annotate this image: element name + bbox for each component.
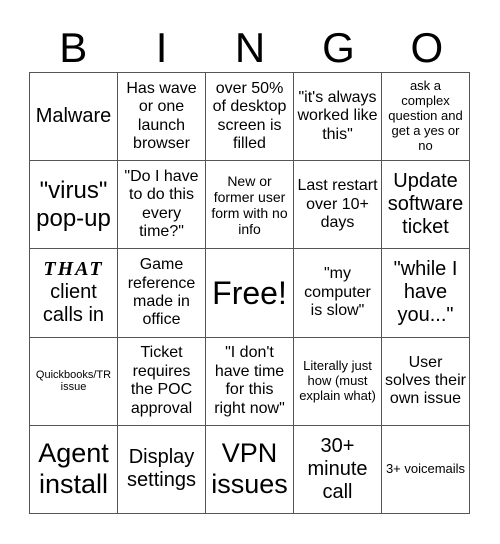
bingo-cell[interactable]: "it's always worked like this" — [294, 73, 382, 162]
bingo-grid: Malware Has wave or one launch browser o… — [29, 72, 470, 514]
bingo-cell[interactable]: VPN issues — [206, 425, 294, 514]
cell-text: 3+ voicemails — [385, 460, 466, 476]
cell-text: Literally just how (must explain what) — [299, 357, 376, 403]
cell-text: THAT client calls in — [33, 258, 114, 327]
cell-text: Update software ticket — [387, 170, 464, 239]
bingo-cell[interactable]: "my computer is slow" — [294, 249, 382, 338]
bingo-cell[interactable]: Literally just how (must explain what) — [294, 337, 382, 426]
cell-text: User solves their own issue — [385, 353, 466, 408]
header-letter-i: I — [155, 24, 168, 71]
cell-text: "my computer is slow" — [304, 265, 371, 320]
bingo-cell[interactable]: 3+ voicemails — [382, 425, 470, 514]
free-space-cell[interactable]: Free! — [206, 249, 294, 338]
cell-emphasis: THAT — [43, 258, 104, 281]
bingo-cell[interactable]: Game reference made in office — [118, 249, 206, 338]
cell-text: VPN issues — [211, 438, 288, 500]
bingo-cell[interactable]: Quickbooks/TR issue — [30, 337, 118, 426]
cell-text: Game reference made in office — [127, 256, 196, 329]
bingo-cell[interactable]: over 50% of desktop screen is filled — [206, 73, 294, 162]
cell-text: Ticket requires the POC approval — [130, 344, 193, 417]
bingo-cell[interactable]: Has wave or one launch browser — [118, 73, 206, 162]
header-letter-o: O — [410, 24, 444, 71]
cell-text: "I don't have time for this right now" — [214, 344, 285, 417]
cell-text: "virus" pop-up — [36, 177, 111, 232]
bingo-cell[interactable]: THAT client calls in — [30, 249, 118, 338]
bingo-cell[interactable]: Ticket requires the POC approval — [118, 337, 206, 426]
header-letter-g: G — [322, 24, 355, 71]
cell-text: "it's always worked like this" — [297, 89, 378, 143]
cell-text: Has wave or one launch browser — [126, 79, 197, 152]
header-letter-b: B — [59, 24, 88, 71]
cell-text: ask a complex question and get a yes or … — [388, 78, 463, 153]
bingo-cell[interactable]: "while I have you..." — [382, 249, 470, 338]
cell-text: New or former user form with no info — [211, 172, 288, 237]
bingo-cell[interactable]: ask a complex question and get a yes or … — [382, 73, 470, 162]
bingo-cell[interactable]: Display settings — [118, 425, 206, 514]
cell-text: over 50% of desktop screen is filled — [212, 79, 287, 152]
cell-text: "Do I have to do this every time?" — [124, 168, 199, 241]
bingo-cell[interactable]: "I don't have time for this right now" — [206, 337, 294, 426]
cell-text: Malware — [35, 105, 112, 128]
free-space-text: Free! — [212, 274, 287, 311]
cell-text: Last restart over 10+ days — [297, 177, 378, 231]
cell-text-rest: client calls in — [42, 281, 105, 327]
header-letter-n: N — [234, 24, 266, 71]
bingo-cell[interactable]: Malware — [30, 73, 118, 162]
bingo-cell[interactable]: New or former user form with no info — [206, 161, 294, 250]
cell-text: "while I have you..." — [393, 258, 458, 327]
cell-text: 30+ minute call — [307, 434, 368, 503]
bingo-cell[interactable]: Last restart over 10+ days — [294, 161, 382, 250]
cell-text: Display settings — [127, 446, 196, 492]
bingo-cell[interactable]: "Do I have to do this every time?" — [118, 161, 206, 250]
bingo-cell[interactable]: 30+ minute call — [294, 425, 382, 514]
bingo-cell[interactable]: User solves their own issue — [382, 337, 470, 426]
bingo-header: B I N G O — [29, 24, 471, 72]
bingo-cell[interactable]: "virus" pop-up — [30, 161, 118, 250]
cell-text: Agent install — [38, 438, 109, 500]
bingo-cell[interactable]: Update software ticket — [382, 161, 470, 250]
bingo-cell[interactable]: Agent install — [30, 425, 118, 514]
cell-text: Quickbooks/TR issue — [35, 368, 112, 394]
